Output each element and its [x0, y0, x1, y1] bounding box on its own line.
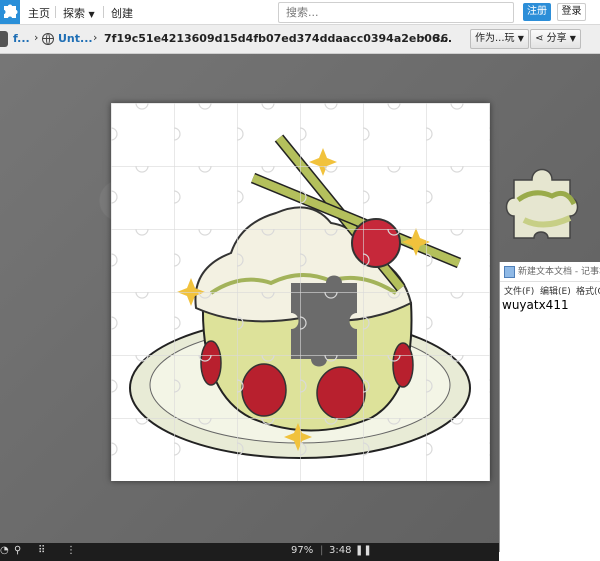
notepad-menu-edit[interactable]: 编辑(E) — [540, 284, 571, 297]
caret-down-icon: ▼ — [569, 34, 576, 43]
ghost-image-icon[interactable]: ⚲ — [14, 545, 21, 556]
caret-down-icon: ▼ — [517, 34, 524, 43]
grid-icon[interactable]: ⠿ — [38, 545, 45, 556]
breadcrumb: f... › Unt... › 7f19c51e4213609d15d4fb07… — [0, 25, 600, 54]
nav-create[interactable]: 创建 — [111, 5, 133, 21]
puzzle-board[interactable] — [111, 103, 490, 481]
register-button[interactable]: 注册 — [523, 3, 551, 21]
more-options-icon[interactable]: ⋮ — [66, 545, 76, 556]
search-input[interactable] — [278, 2, 514, 23]
chevron-right-icon: › — [93, 31, 98, 44]
breadcrumb-user[interactable]: f... — [13, 32, 30, 45]
timer-icon[interactable]: ◔ — [0, 545, 9, 556]
notepad-menu-format[interactable]: 格式(O) — [576, 284, 600, 297]
share-icon: ⋖ — [535, 33, 544, 44]
nav-explore[interactable]: 探索 ▼ — [63, 5, 95, 21]
share-label: 分享 — [546, 33, 567, 44]
play-as-label: 作为...玩 — [475, 33, 515, 44]
puzzle-icon — [0, 31, 8, 47]
jigsaw-logo-icon[interactable] — [0, 0, 20, 24]
status-divider: | — [320, 545, 324, 556]
play-as-button[interactable]: 作为...玩 ▼ — [470, 29, 529, 49]
login-button[interactable]: 登录 — [557, 3, 586, 21]
puzzle-status-bar: ◔ ⚲ ⠿ ⋮ 97% | 3:48 ❚❚ — [0, 543, 499, 561]
loose-puzzle-piece[interactable] — [504, 160, 584, 244]
caret-down-icon: ▼ — [88, 10, 95, 19]
globe-icon — [42, 33, 54, 45]
chevron-right-icon: › — [421, 31, 426, 44]
elapsed-time: 3:48 — [329, 545, 352, 556]
nav-divider — [55, 6, 56, 18]
notepad-title-bar[interactable]: 新建文本文档 - 记事本 — [500, 262, 600, 282]
cake-puzzle-image — [111, 103, 490, 481]
zoom-level: 97% — [291, 545, 314, 556]
breadcrumb-puzzle-id: 7f19c51e4213609d15d4fb07ed374ddaacc0394a… — [104, 32, 453, 45]
notepad-window[interactable]: 新建文本文档 - 记事本 文件(F) 编辑(E) 格式(O) wuyatx411 — [499, 262, 600, 552]
pause-icon[interactable]: ❚❚ — [355, 545, 372, 556]
notepad-text-area[interactable]: wuyatx411 — [502, 298, 569, 312]
chevron-right-icon: › — [34, 31, 39, 44]
nav-divider — [103, 6, 104, 18]
notepad-menu-file[interactable]: 文件(F) — [504, 284, 534, 297]
nav-home[interactable]: 主页 — [28, 5, 50, 21]
top-nav: 主页 探索 ▼ 创建 注册 登录 — [0, 0, 600, 25]
piece-count: 36 — [433, 32, 449, 45]
share-button[interactable]: ⋖ 分享 ▼ — [530, 29, 581, 49]
breadcrumb-folder[interactable]: Unt... — [58, 32, 93, 45]
nav-explore-label: 探索 — [63, 7, 85, 20]
notepad-icon — [504, 266, 515, 278]
notepad-title: 新建文本文档 - 记事本 — [518, 267, 600, 277]
